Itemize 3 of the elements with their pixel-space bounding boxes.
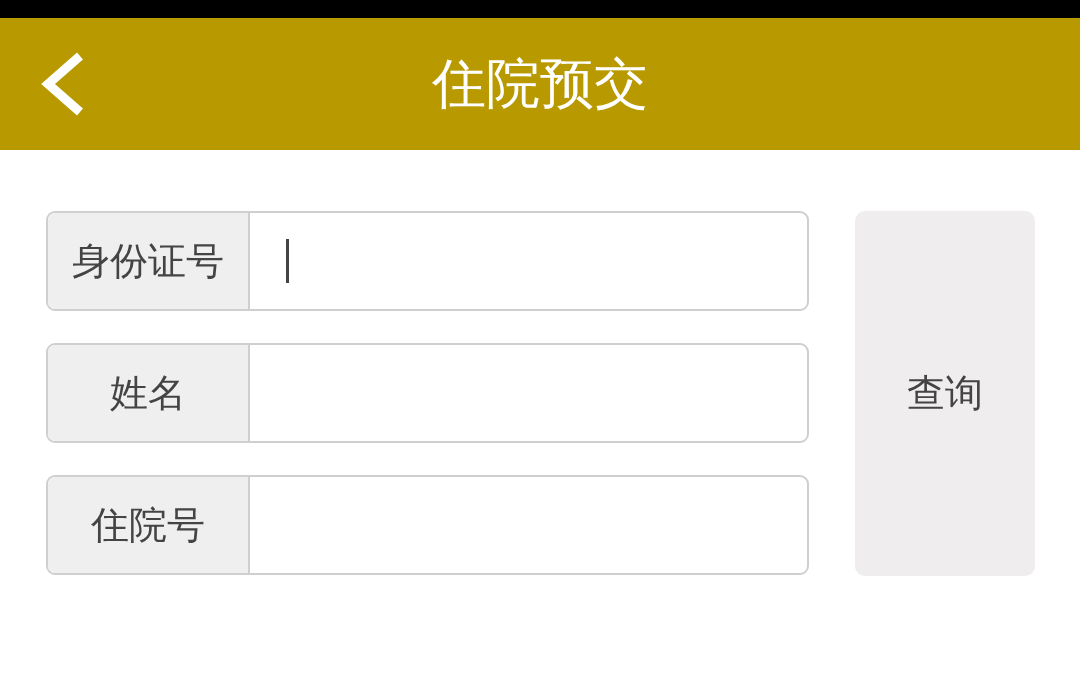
page-title: 住院预交 (432, 57, 648, 111)
back-icon[interactable] (40, 52, 86, 116)
query-button[interactable]: 查询 (855, 211, 1035, 576)
